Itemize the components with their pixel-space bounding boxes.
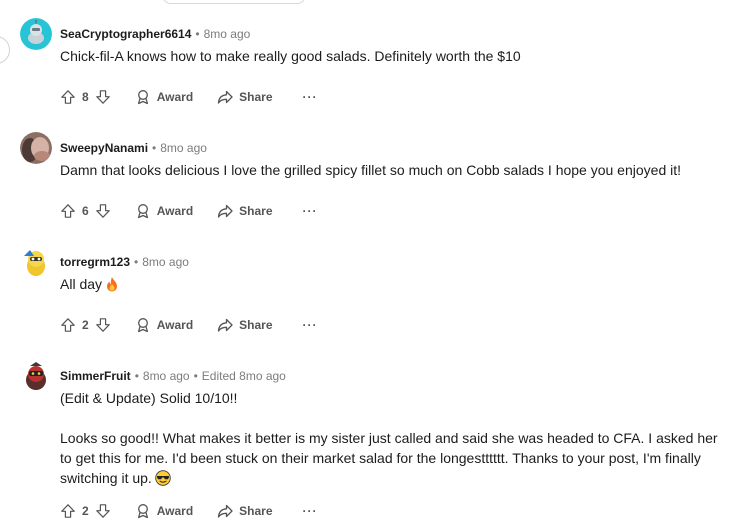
comment-meta: SimmerFruit • 8mo ago • Edited 8mo ago	[60, 369, 286, 383]
more-actions-button[interactable]: ···	[303, 90, 318, 104]
award-label: Award	[156, 504, 194, 518]
share-label: Share	[239, 90, 273, 104]
comment-paragraph: All day	[60, 274, 720, 294]
downvote-icon	[95, 504, 110, 518]
separator: •	[134, 369, 139, 383]
downvote-button[interactable]	[95, 503, 111, 519]
share-label: Share	[239, 204, 273, 218]
vote-count: 8	[82, 90, 89, 104]
author-name[interactable]: SimmerFruit	[60, 369, 131, 383]
avatar[interactable]	[20, 18, 52, 50]
award-label: Award	[156, 318, 194, 332]
award-icon	[137, 204, 148, 219]
avatar[interactable]	[20, 360, 52, 392]
comment-body: (Edit & Update) Solid 10/10!! Looks so g…	[60, 388, 720, 488]
vote-count: 2	[82, 318, 89, 332]
upvote-icon	[61, 90, 75, 104]
comment-actions: 6 Award Share ···	[60, 202, 318, 220]
more-options-button[interactable]	[0, 36, 10, 64]
comment-meta: SeaCryptographer6614 • 8mo ago	[60, 27, 250, 41]
share-icon	[218, 204, 233, 218]
award-button[interactable]: Award	[135, 89, 193, 105]
timestamp[interactable]: 8mo ago	[143, 369, 190, 383]
comment-text: Damn that looks delicious I love the gri…	[60, 162, 682, 178]
award-button[interactable]: Award	[135, 503, 193, 519]
edited-label: Edited 8mo ago	[201, 369, 286, 383]
comment-meta: SweepyNanami • 8mo ago	[60, 141, 207, 155]
upvote-button[interactable]	[60, 89, 76, 105]
author-name[interactable]: SeaCryptographer6614	[60, 27, 191, 41]
separator: •	[195, 27, 200, 41]
award-label: Award	[156, 204, 194, 218]
award-icon	[137, 318, 148, 333]
upvote-button[interactable]	[60, 203, 76, 219]
upvote-button[interactable]	[60, 503, 76, 519]
downvote-icon	[95, 318, 110, 332]
upvote-icon	[61, 318, 75, 332]
separator: •	[193, 369, 198, 383]
upvote-button[interactable]	[60, 317, 76, 333]
share-button[interactable]: Share	[217, 89, 273, 105]
share-label: Share	[239, 318, 273, 332]
comment-actions: 8 Award Share ···	[60, 88, 318, 106]
award-button[interactable]: Award	[135, 317, 193, 333]
vote-count: 6	[82, 204, 89, 218]
timestamp[interactable]: 8mo ago	[142, 255, 189, 269]
sunglasses-emoji	[155, 470, 171, 486]
timestamp[interactable]: 8mo ago	[160, 141, 207, 155]
author-name[interactable]: torregrm123	[60, 255, 130, 269]
share-icon	[218, 318, 233, 332]
award-icon	[137, 90, 148, 105]
comment-text: Chick-fil-A knows how to make really goo…	[60, 48, 521, 64]
vote-count: 2	[82, 504, 89, 518]
share-button[interactable]: Share	[217, 317, 273, 333]
separator: •	[152, 141, 157, 155]
upvote-icon	[61, 204, 75, 218]
more-actions-button[interactable]: ···	[303, 204, 318, 218]
downvote-button[interactable]	[95, 203, 111, 219]
avatar[interactable]	[20, 132, 52, 164]
share-button[interactable]: Share	[217, 203, 273, 219]
downvote-button[interactable]	[95, 317, 111, 333]
comment-actions: 2 Award Share ···	[60, 316, 318, 334]
timestamp[interactable]: 8mo ago	[204, 27, 251, 41]
downvote-icon	[95, 90, 110, 104]
upvote-icon	[61, 504, 75, 518]
comment-body: All day	[60, 274, 720, 294]
downvote-icon	[95, 204, 110, 218]
comment-paragraph: Looks so good!! What makes it better is …	[60, 428, 720, 488]
separator: •	[134, 255, 139, 269]
share-icon	[218, 90, 233, 104]
share-label: Share	[239, 504, 273, 518]
comment-body: Damn that looks delicious I love the gri…	[60, 160, 720, 180]
comment-text: All day	[60, 276, 103, 292]
downvote-button[interactable]	[95, 89, 111, 105]
top-control[interactable]	[162, 0, 306, 4]
comment-actions: 2 Award Share ···	[60, 502, 318, 520]
avatar[interactable]	[20, 246, 52, 278]
comment-body: Chick-fil-A knows how to make really goo…	[60, 46, 720, 66]
fire-emoji	[105, 276, 119, 292]
author-name[interactable]: SweepyNanami	[60, 141, 148, 155]
award-label: Award	[156, 90, 194, 104]
comment-text: (Edit & Update) Solid 10/10!!	[60, 390, 238, 406]
comment-meta: torregrm123 • 8mo ago	[60, 255, 189, 269]
share-icon	[218, 504, 233, 518]
more-actions-button[interactable]: ···	[303, 318, 318, 332]
award-button[interactable]: Award	[135, 203, 193, 219]
more-actions-button[interactable]: ···	[303, 504, 318, 518]
award-icon	[137, 504, 148, 519]
share-button[interactable]: Share	[217, 503, 273, 519]
